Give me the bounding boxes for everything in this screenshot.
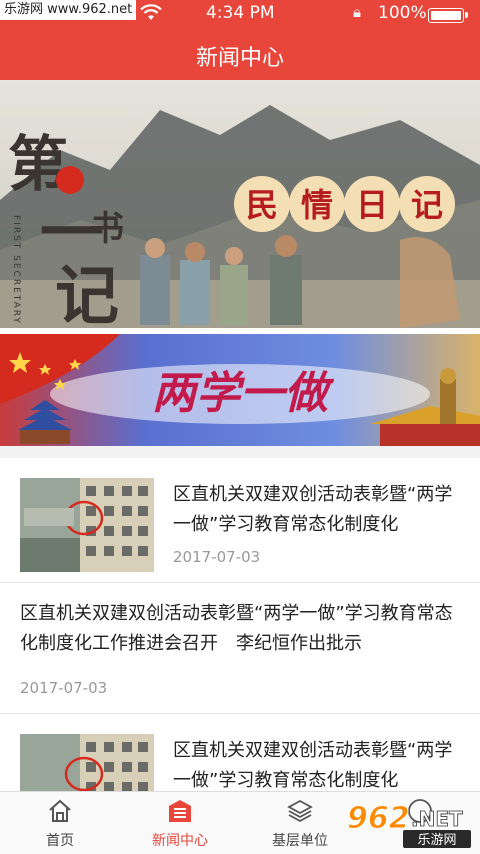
news-date: 2017-07-03: [173, 548, 261, 566]
tab-news[interactable]: 新闻中心: [120, 792, 240, 854]
battery-percent: 100%: [378, 3, 427, 23]
tab-label: 新闻中心: [152, 833, 208, 849]
first-secretary-side-text: FIRST SECRETARY: [11, 215, 21, 325]
layers-icon: [287, 798, 313, 824]
banner-title-char-4: 记: [411, 186, 443, 224]
news-date: 2017-07-03: [20, 679, 108, 697]
banner-title-char-1: 民: [246, 186, 278, 224]
watermark-main: 962: [347, 801, 410, 836]
battery-icon: [428, 8, 468, 23]
calligraphy-1: 第: [8, 130, 68, 200]
wifi-icon: [140, 4, 162, 27]
news-title: 区直机关双建双创活动表彰暨“两学一做”学习教育常态化制度化: [173, 484, 453, 535]
news-thumbnail: [20, 478, 154, 572]
rotation-lock-icon: 🔒︎: [353, 3, 361, 21]
news-icon: [167, 798, 193, 824]
watermark-sub: 乐游网: [417, 833, 456, 848]
clock: 4:34 PM: [206, 3, 275, 23]
news-list: 区直机关双建双创活动表彰暨“两学一做”学习教育常态化制度化 2017-07-03…: [0, 458, 480, 791]
banner-two-title: 两学一做: [152, 368, 335, 419]
news-title: 区直机关双建双创活动表彰暨“两学一做”学习教育常态化制度化: [173, 740, 453, 791]
news-title: 区直机关双建双创活动表彰暨“两学一做”学习教育常态化制度化工作推进会召开 李纪恒…: [20, 603, 453, 654]
calligraphy-3: 书: [90, 209, 124, 249]
page-title: 新闻中心: [195, 46, 284, 71]
watermark-top-left: 乐游网 www.962.net: [0, 0, 137, 20]
banner-first-secretary[interactable]: 第 一 书 记 FIRST SECRETARY 民 情 日 记: [0, 80, 480, 328]
banner-two-study-one-do[interactable]: 两学一做: [0, 328, 480, 446]
tab-home[interactable]: 首页: [0, 792, 120, 854]
watermark-net: .NET: [411, 807, 463, 831]
tab-label: 首页: [46, 833, 74, 849]
tab-label: 基层单位: [272, 833, 328, 849]
calligraphy-4: 记: [55, 259, 119, 328]
banner-title-char-3: 日: [356, 186, 388, 224]
watermark-bottom-right: 962 .NET 乐游网: [345, 800, 475, 850]
news-thumbnail: [20, 734, 154, 791]
tab-grassroots-units[interactable]: 基层单位: [240, 792, 360, 854]
news-item[interactable]: 区直机关双建双创活动表彰暨“两学一做”学习教育常态化制度化工作推进会召开 李纪恒…: [0, 583, 480, 714]
party-emblem-icon: [56, 166, 84, 194]
news-item[interactable]: 区直机关双建双创活动表彰暨“两学一做”学习教育常态化制度化: [0, 714, 480, 791]
home-icon: [47, 798, 73, 824]
banner-title-char-2: 情: [301, 186, 333, 224]
nav-bar: 新闻中心: [0, 28, 480, 80]
news-item[interactable]: 区直机关双建双创活动表彰暨“两学一做”学习教育常态化制度化 2017-07-03: [0, 458, 480, 583]
